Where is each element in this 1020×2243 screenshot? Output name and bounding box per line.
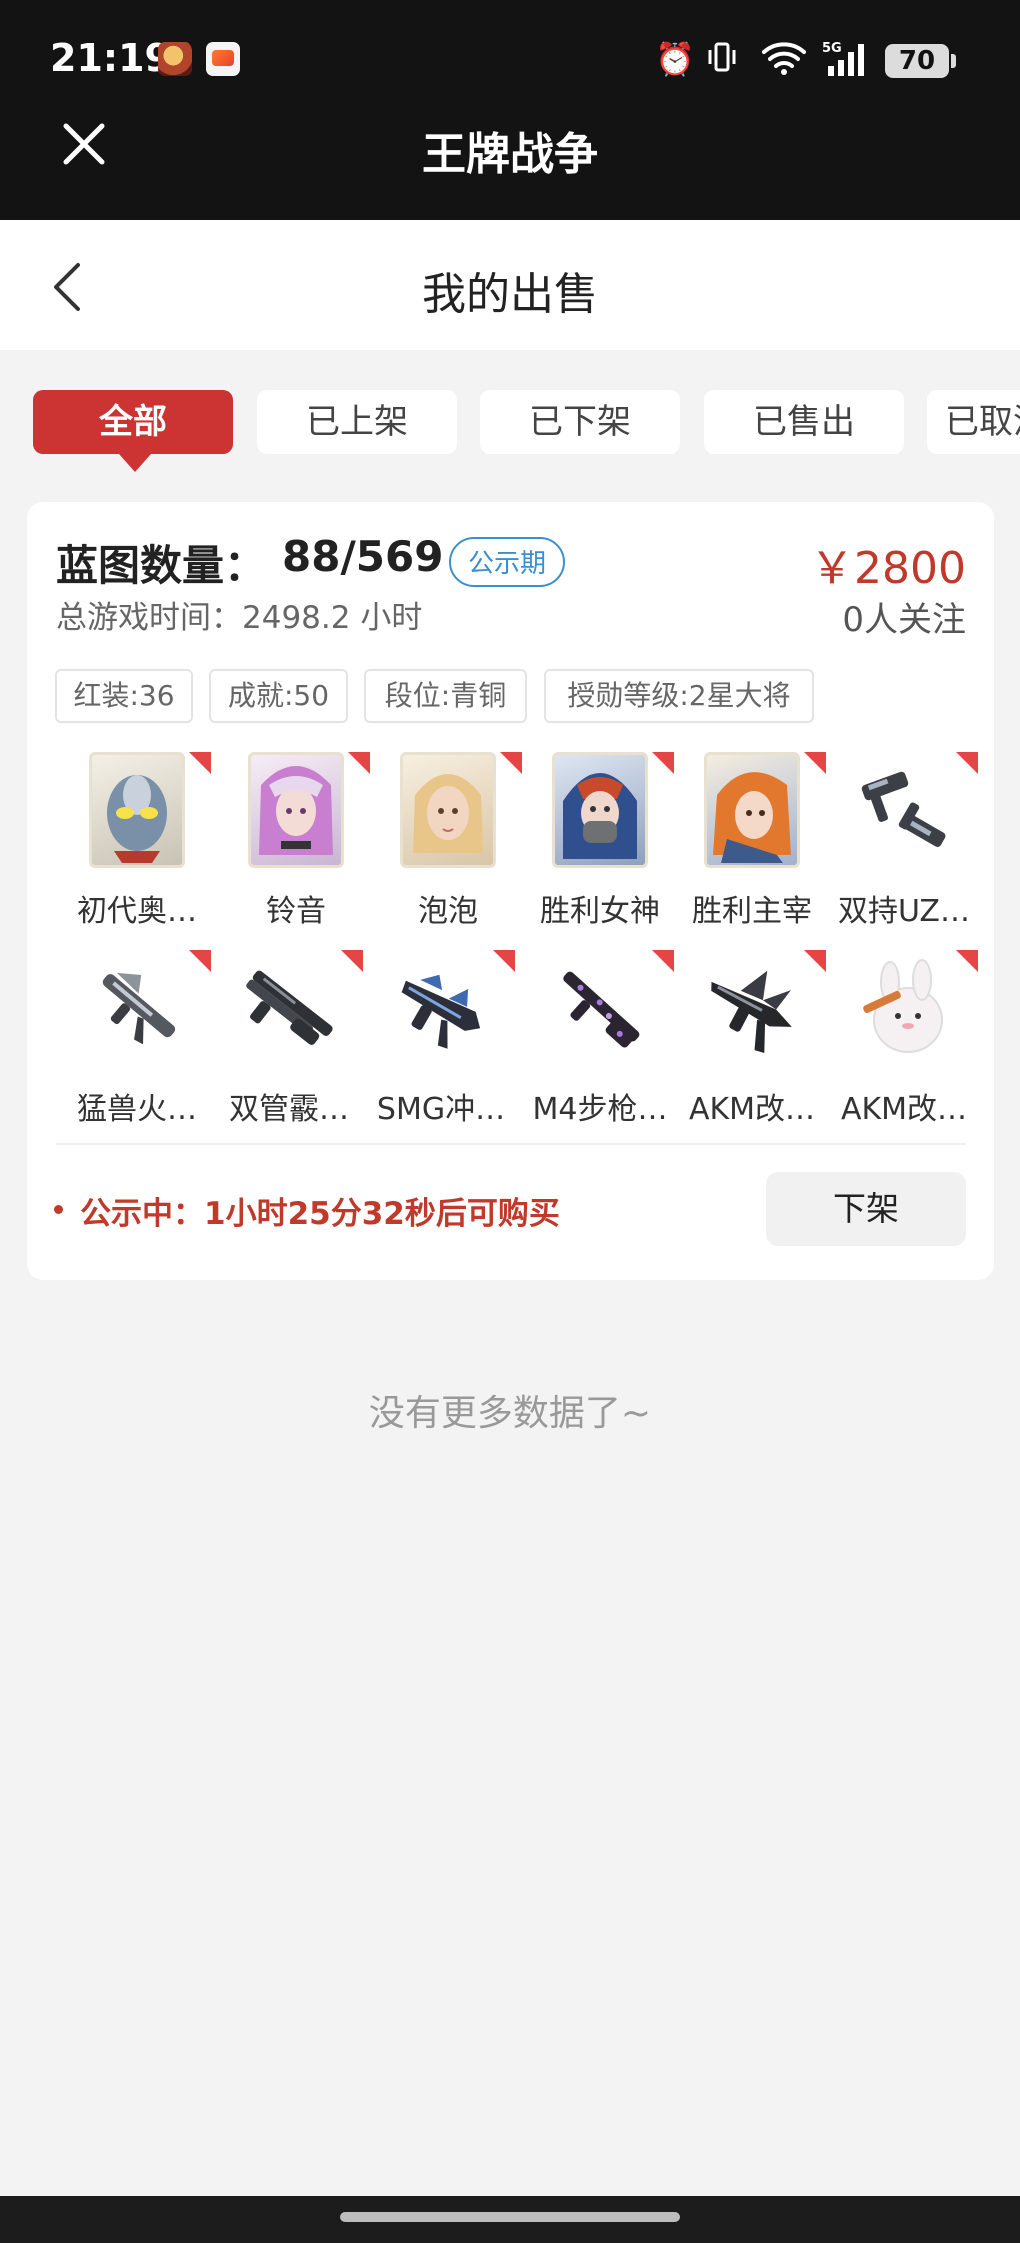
tag-medal-level: 授勋等级:2星大将 [544,669,814,723]
item-tile[interactable]: 双持UZ… [828,752,980,948]
item-tile[interactable]: AKM改… [828,950,980,1146]
wifi-icon [760,40,808,84]
corner-flag-icon [189,950,211,972]
corner-flag-icon [804,752,826,774]
item-name: 泡泡 [418,894,478,929]
item-tile[interactable]: AKM改… [676,950,828,1146]
countdown-status: 公示中：1小时25分32秒后可购买 [80,1196,560,1232]
vibrate-icon [705,40,739,82]
corner-flag-icon [348,752,370,774]
delist-button[interactable]: 下架 [766,1172,966,1246]
app-top-bar [0,0,1020,220]
page-title: 我的出售 [422,269,598,320]
cellular-signal-icon: 5G [822,40,874,82]
corner-flag-icon [341,950,363,972]
item-name: AKM改… [840,1092,968,1127]
tag-rank: 段位:青铜 [364,669,527,723]
tab-sold[interactable]: 已售出 [704,390,904,454]
item-tile[interactable]: 胜利女神 [524,752,676,948]
item-name: 双持UZ… [838,894,970,929]
followers-count: 0人关注 [842,600,966,640]
status-dot-icon [54,1205,63,1214]
tab-listed[interactable]: 已上架 [257,390,457,454]
status-badge: 公示期 [449,537,565,587]
character-orange-icon [704,752,800,868]
m4-rifle-icon [552,950,648,1066]
blueprint-value: 88/569 [282,532,444,581]
tab-all[interactable]: 全部 [33,390,233,472]
item-name: 铃音 [266,894,326,929]
price: ￥2800 [810,543,966,594]
item-name: 猛兽火… [77,1092,197,1127]
akm-dragon-icon [704,950,800,1066]
tag-red-gear: 红装:36 [55,669,193,723]
corner-flag-icon [189,752,211,774]
battery-indicator: 70 [885,44,956,78]
item-tile[interactable]: 铃音 [220,752,372,948]
item-name: 胜利主宰 [692,894,812,929]
home-indicator[interactable] [340,2212,680,2222]
character-blonde-icon [400,752,496,868]
corner-flag-icon [956,950,978,972]
status-time: 21:19 [50,36,171,80]
no-more-data: 没有更多数据了~ [368,1393,652,1434]
item-tile[interactable]: 泡泡 [372,752,524,948]
character-pink-icon [248,752,344,868]
item-tile[interactable]: 初代奥… [61,752,213,948]
corner-flag-icon [493,950,515,972]
corner-flag-icon [652,752,674,774]
app-title: 王牌战争 [422,129,598,180]
item-tile[interactable]: 双管霰… [213,950,365,1146]
item-name: SMG冲… [376,1092,506,1127]
item-name: 双管霰… [229,1092,349,1127]
card-divider [56,1143,966,1145]
item-name: 初代奥… [77,894,197,929]
flamethrower-icon [89,950,185,1066]
tab-cancelled[interactable]: 已取消 [927,390,1020,454]
svg-text:5G: 5G [822,41,842,56]
blueprint-label: 蓝图数量： [56,541,267,590]
double-shotgun-icon [241,950,337,1066]
item-name: M4步枪… [532,1092,668,1127]
item-tile[interactable]: 胜利主宰 [676,752,828,948]
item-tile[interactable]: 猛兽火… [61,950,213,1146]
play-time: 总游戏时间：2498.2 小时 [56,600,423,636]
item-name: 胜利女神 [540,894,660,929]
item-name: AKM改… [688,1092,816,1127]
alarm-icon: ⏰ [655,40,695,78]
tag-achievements: 成就:50 [209,669,348,723]
character-mask-icon [552,752,648,868]
smg-icon [393,950,489,1066]
corner-flag-icon [652,950,674,972]
game-app-icon [158,42,192,76]
notification-app-icon [206,42,240,76]
dual-uzi-icon [856,752,952,868]
corner-flag-icon [956,752,978,774]
ultraman-skin-icon [89,752,185,868]
corner-flag-icon [804,950,826,972]
item-tile[interactable]: SMG冲… [365,950,517,1146]
corner-flag-icon [500,752,522,774]
tab-delisted[interactable]: 已下架 [480,390,680,454]
akm-bunny-icon [856,950,952,1066]
item-tile[interactable]: M4步枪… [524,950,676,1146]
